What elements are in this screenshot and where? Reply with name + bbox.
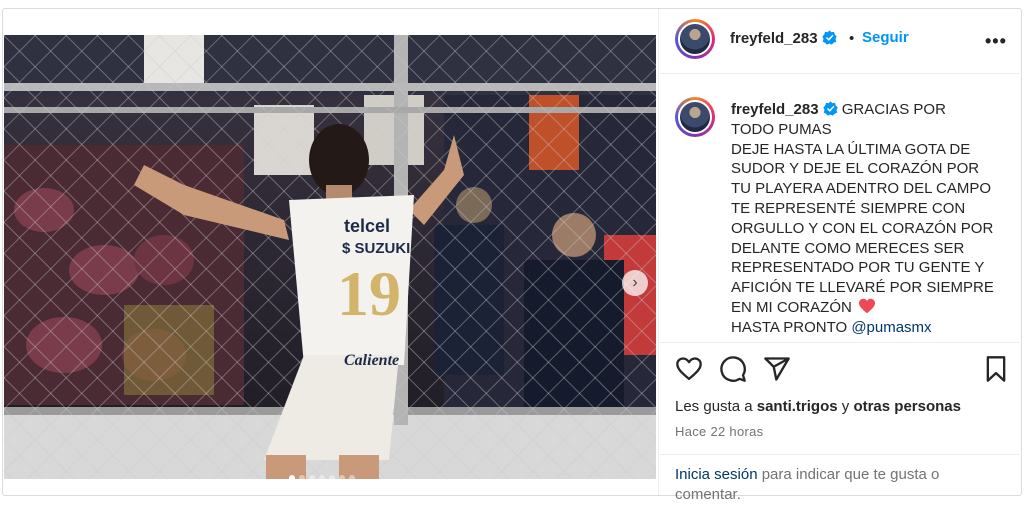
login-prompt: Inicia sesión para indicar que te gusta … (659, 454, 1022, 503)
likes-prefix: Les gusta a (675, 398, 753, 415)
carousel-dot (299, 475, 305, 479)
mention-link[interactable]: @pumasmx (851, 319, 931, 336)
post-card: telcel $ SUZUKI 19 Caliente › freyfeld_2… (2, 8, 1022, 503)
caption-line: TE REPRESENTÉ SIEMPRE CON (731, 199, 966, 217)
caption-username[interactable]: freyfeld_283 (731, 101, 819, 118)
verified-badge-icon (821, 30, 837, 45)
post-timestamp[interactable]: Hace 22 horas (675, 424, 763, 439)
follow-button[interactable]: Seguir (862, 29, 909, 46)
carousel-indicator (289, 475, 355, 479)
caption-line: GRACIAS POR (841, 101, 946, 118)
carousel-dot (289, 475, 295, 479)
likes-summary: Les gusta a santi.trigos y otras persona… (675, 398, 961, 415)
separator-dot: • (849, 30, 855, 47)
post-photo: telcel $ SUZUKI 19 Caliente (4, 35, 656, 479)
likes-conj: y (841, 398, 850, 415)
carousel-dot (339, 475, 345, 479)
svg-text:Caliente: Caliente (344, 352, 399, 369)
caption-line: ORGULLO Y CON EL CORAZÓN POR (731, 219, 994, 237)
caption-section: freyfeld_283 GRACIAS POR TODO PUMAS DEJE… (675, 89, 1015, 341)
login-text: Inicia sesión para indicar que te gusta … (675, 465, 1005, 505)
avatar[interactable] (675, 97, 715, 137)
svg-text:19: 19 (337, 258, 401, 329)
verified-badge-icon (822, 101, 838, 116)
post-header: freyfeld_283 • Seguir ••• (659, 9, 1022, 74)
svg-text:telcel: telcel (344, 216, 390, 236)
header-username[interactable]: freyfeld_283 (730, 30, 818, 47)
caption-line: HASTA PRONTO (731, 318, 848, 336)
caption-line: TU PLAYERA ADENTRO DEL CAMPO (731, 180, 992, 198)
next-slide-button[interactable]: › (622, 270, 648, 296)
caption-line: SUDOR Y DEJE EL CORAZÓN POR (731, 160, 980, 178)
login-link[interactable]: Inicia sesión (675, 466, 758, 483)
others-link[interactable]: otras personas (853, 398, 961, 415)
caption-line: DELANTE COMO MERECES SER (731, 239, 965, 257)
carousel-dot (309, 475, 315, 479)
caption-line: DEJE HASTA LA ÚLTIMA GOTA DE (731, 140, 971, 158)
caption-text: freyfeld_283 GRACIAS POR TODO PUMAS DEJE… (731, 100, 1015, 338)
caption-line: REPRESENTADO POR TU GENTE Y (731, 259, 985, 277)
caption-line: EN MI CORAZÓN (731, 298, 852, 316)
post-sidebar: freyfeld_283 • Seguir ••• freyfeld_283 G… (658, 9, 1022, 503)
red-heart-emoji-icon (859, 298, 876, 314)
comment-icon[interactable] (719, 355, 747, 383)
bookmark-icon[interactable] (982, 355, 1010, 383)
carousel-dot (319, 475, 325, 479)
carousel-dot (349, 475, 355, 479)
caption-line: TODO PUMAS (731, 120, 832, 138)
caption-line: AFICIÓN TE LLEVARÉ POR SIEMPRE (731, 279, 994, 297)
heart-outline-icon[interactable] (675, 355, 703, 383)
header-username-group: freyfeld_283 (730, 30, 837, 48)
share-icon[interactable] (763, 355, 791, 383)
more-options-icon[interactable]: ••• (985, 31, 1007, 52)
post-image[interactable]: telcel $ SUZUKI 19 Caliente › (4, 35, 656, 479)
carousel-dot (329, 475, 335, 479)
liker-username[interactable]: santi.trigos (757, 398, 838, 415)
avatar[interactable] (675, 19, 715, 59)
post-actions: Les gusta a santi.trigos y otras persona… (659, 342, 1022, 455)
chevron-right-icon: › (632, 274, 638, 291)
svg-text:$ SUZUKI: $ SUZUKI (342, 240, 410, 257)
